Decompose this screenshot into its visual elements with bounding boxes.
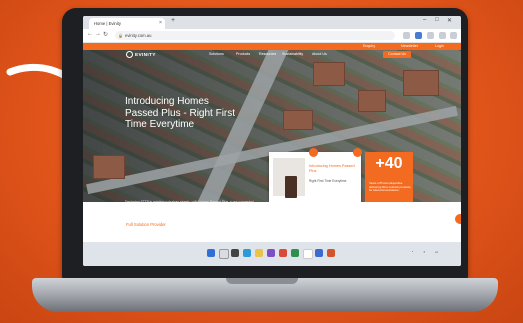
topbar-link-login[interactable]: Login <box>435 43 444 50</box>
back-icon[interactable]: ← <box>87 31 93 37</box>
powerpoint-icon[interactable] <box>327 249 335 257</box>
nav-resources[interactable]: Resources <box>259 52 276 56</box>
minimize-button[interactable]: – <box>423 17 426 23</box>
browser-tabbar: Home | Evinity × + – □ ✕ <box>83 16 461 29</box>
nav-sustainability[interactable]: Sustainability <box>282 52 303 56</box>
tab-title: Home | Evinity <box>94 21 121 26</box>
section-heading: Full Solution Provider <box>126 222 166 227</box>
word-icon[interactable] <box>315 249 323 257</box>
content-section: Full Solution Provider <box>83 202 461 240</box>
close-window-button[interactable]: ✕ <box>447 17 452 24</box>
bookmark-icon[interactable] <box>427 32 434 39</box>
address-bar[interactable]: 🔒 evinity.com.au <box>115 31 395 40</box>
profile-icon[interactable] <box>415 32 422 39</box>
tray-volume-icon[interactable]: ◖ <box>423 250 425 254</box>
tray-battery-icon[interactable]: ▭ <box>435 250 438 254</box>
topbar-link-enquiry[interactable]: Enquiry <box>363 43 375 50</box>
house <box>283 110 313 130</box>
house <box>358 90 386 112</box>
laptop-notch <box>226 278 298 284</box>
house <box>403 70 439 96</box>
chat-bubble-icon[interactable] <box>455 214 461 224</box>
years-number: +40 <box>375 155 403 172</box>
house <box>313 62 345 86</box>
card-title: Introducing Homes Passed Plus <box>309 164 355 173</box>
nav-solutions[interactable]: Solutions <box>209 52 224 56</box>
card-badge-icon <box>353 148 362 157</box>
hero-headline: Introducing Homes Passed Plus - Right Fi… <box>125 96 236 131</box>
browser-tab[interactable]: Home | Evinity × <box>89 18 165 29</box>
topbar-link-newsletter[interactable]: Newsletter <box>401 43 418 50</box>
experience-badge: +40 Years of Proven Expertise delivering… <box>365 152 413 202</box>
extension-icon[interactable] <box>403 32 410 39</box>
search-icon[interactable] <box>219 249 229 259</box>
lock-icon: 🔒 <box>118 33 123 38</box>
browser-toolbar: ← → ↻ 🔒 evinity.com.au <box>83 29 461 43</box>
site-logo[interactable]: EVINITY <box>126 51 156 58</box>
new-tab-button[interactable]: + <box>171 17 175 24</box>
nav-products[interactable]: Products <box>236 52 250 56</box>
product-card[interactable]: Introducing Homes Passed Plus Right Firs… <box>269 148 362 202</box>
nav-about-us[interactable]: About Us <box>312 52 327 56</box>
url-text: evinity.com.au <box>125 33 152 38</box>
site-nav: EVINITY Solutions Products Resources Sus… <box>83 50 461 59</box>
download-icon[interactable] <box>439 32 446 39</box>
close-tab-icon[interactable]: × <box>159 18 162 29</box>
menu-icon[interactable] <box>450 32 457 39</box>
reload-icon[interactable]: ↻ <box>103 31 108 38</box>
house <box>93 155 125 179</box>
edge-icon[interactable] <box>243 249 251 257</box>
mail-icon[interactable] <box>279 249 287 257</box>
tray-wifi-icon[interactable]: ◔ <box>411 250 413 254</box>
card-badge-icon <box>309 148 318 157</box>
maximize-button[interactable]: □ <box>435 17 439 23</box>
years-text: Years of Proven Expertise delivering fib… <box>369 181 411 193</box>
folder-icon[interactable] <box>255 249 263 257</box>
start-icon[interactable] <box>207 249 215 257</box>
card-subtitle: Right First Time Everytime <box>309 179 347 183</box>
laptop-screen: Home | Evinity × + – □ ✕ ← → ↻ 🔒 evinity… <box>83 16 461 266</box>
forward-icon[interactable]: → <box>95 31 101 37</box>
product-image <box>273 158 305 198</box>
chrome-icon[interactable] <box>303 249 313 259</box>
spreadsheet-icon[interactable] <box>291 249 299 257</box>
contact-us-button[interactable]: Contact Us <box>383 51 411 58</box>
task-view-icon[interactable] <box>231 249 239 257</box>
product-box <box>285 176 297 198</box>
taskbar: ◔ ◖ ▭ <box>83 242 461 266</box>
site-topbar: Enquiry Newsletter Login <box>83 43 461 50</box>
store-icon[interactable] <box>267 249 275 257</box>
